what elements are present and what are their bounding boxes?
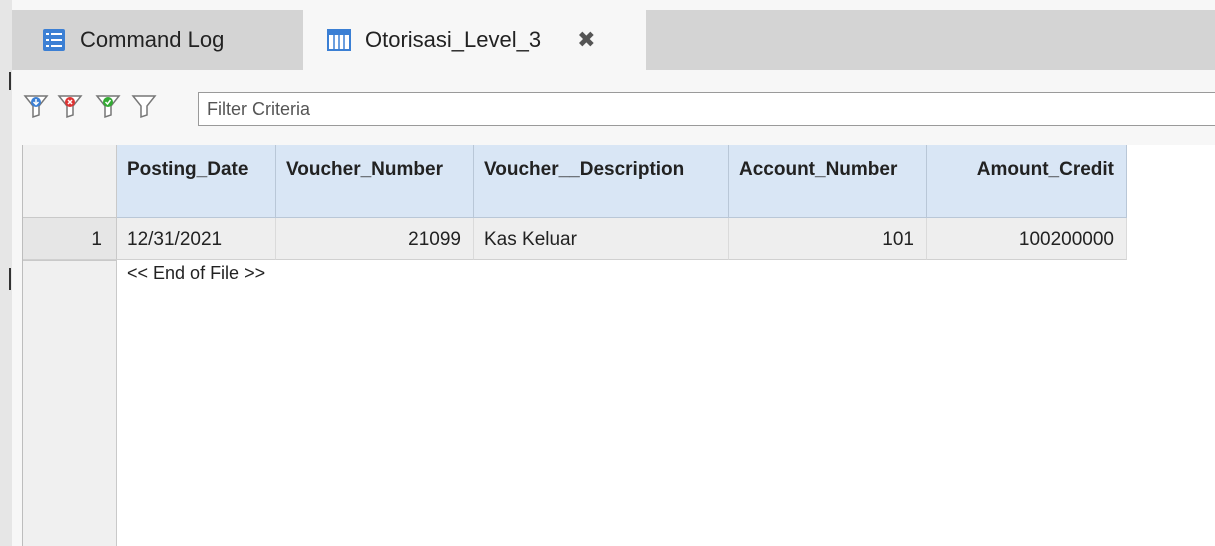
filter-apply-icon[interactable] xyxy=(94,92,122,120)
cell-voucher-description[interactable]: Kas Keluar xyxy=(474,218,729,260)
column-header-account-number[interactable]: Account_Number xyxy=(729,145,927,218)
column-header-voucher-description[interactable]: Voucher__Description xyxy=(474,145,729,218)
tab-label: Otorisasi_Level_3 xyxy=(365,27,542,52)
list-icon xyxy=(43,29,65,51)
edge-mark xyxy=(9,72,11,90)
column-header-posting-date[interactable]: Posting_Date xyxy=(117,145,276,218)
window-left-edge xyxy=(0,0,12,546)
cell-account-number[interactable]: 101 xyxy=(729,218,927,260)
end-of-file-marker: << End of File >> xyxy=(127,263,266,283)
cell-voucher-number[interactable]: 21099 xyxy=(276,218,474,260)
grid-corner[interactable] xyxy=(23,145,117,218)
filter-add-icon[interactable] xyxy=(22,92,50,120)
close-icon[interactable]: ✖ xyxy=(577,27,595,53)
tab-bar: Command Log Otorisasi_Level_3 ✖ xyxy=(12,10,1215,70)
filter-criteria-input[interactable] xyxy=(198,92,1215,126)
column-header-amount-credit[interactable]: Amount_Credit xyxy=(927,145,1127,218)
tab-command-log[interactable]: Command Log xyxy=(12,10,303,70)
data-grid: Posting_Date Voucher_Number Voucher__Des… xyxy=(22,145,1215,546)
column-header-voucher-number[interactable]: Voucher_Number xyxy=(276,145,474,218)
cell-posting-date[interactable]: 12/31/2021 xyxy=(117,218,276,260)
cell-amount-credit[interactable]: 100200000 xyxy=(927,218,1127,260)
row-divider xyxy=(23,260,117,261)
tab-label: Command Log xyxy=(80,27,225,52)
filter-icon[interactable] xyxy=(130,92,158,120)
table-icon xyxy=(327,29,351,51)
tab-otorisasi-level-3[interactable]: Otorisasi_Level_3 ✖ xyxy=(303,10,646,70)
filter-toolbar xyxy=(12,70,1215,142)
filter-remove-icon[interactable] xyxy=(56,92,84,120)
row-number[interactable]: 1 xyxy=(23,218,117,260)
edge-mark xyxy=(9,268,11,290)
